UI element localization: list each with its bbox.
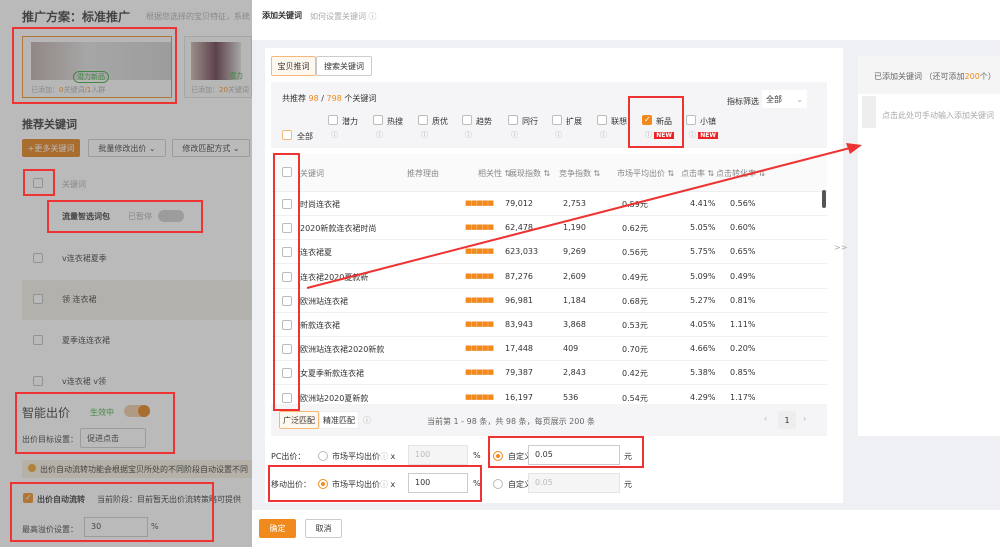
annotation-arrow bbox=[306, 143, 862, 289]
